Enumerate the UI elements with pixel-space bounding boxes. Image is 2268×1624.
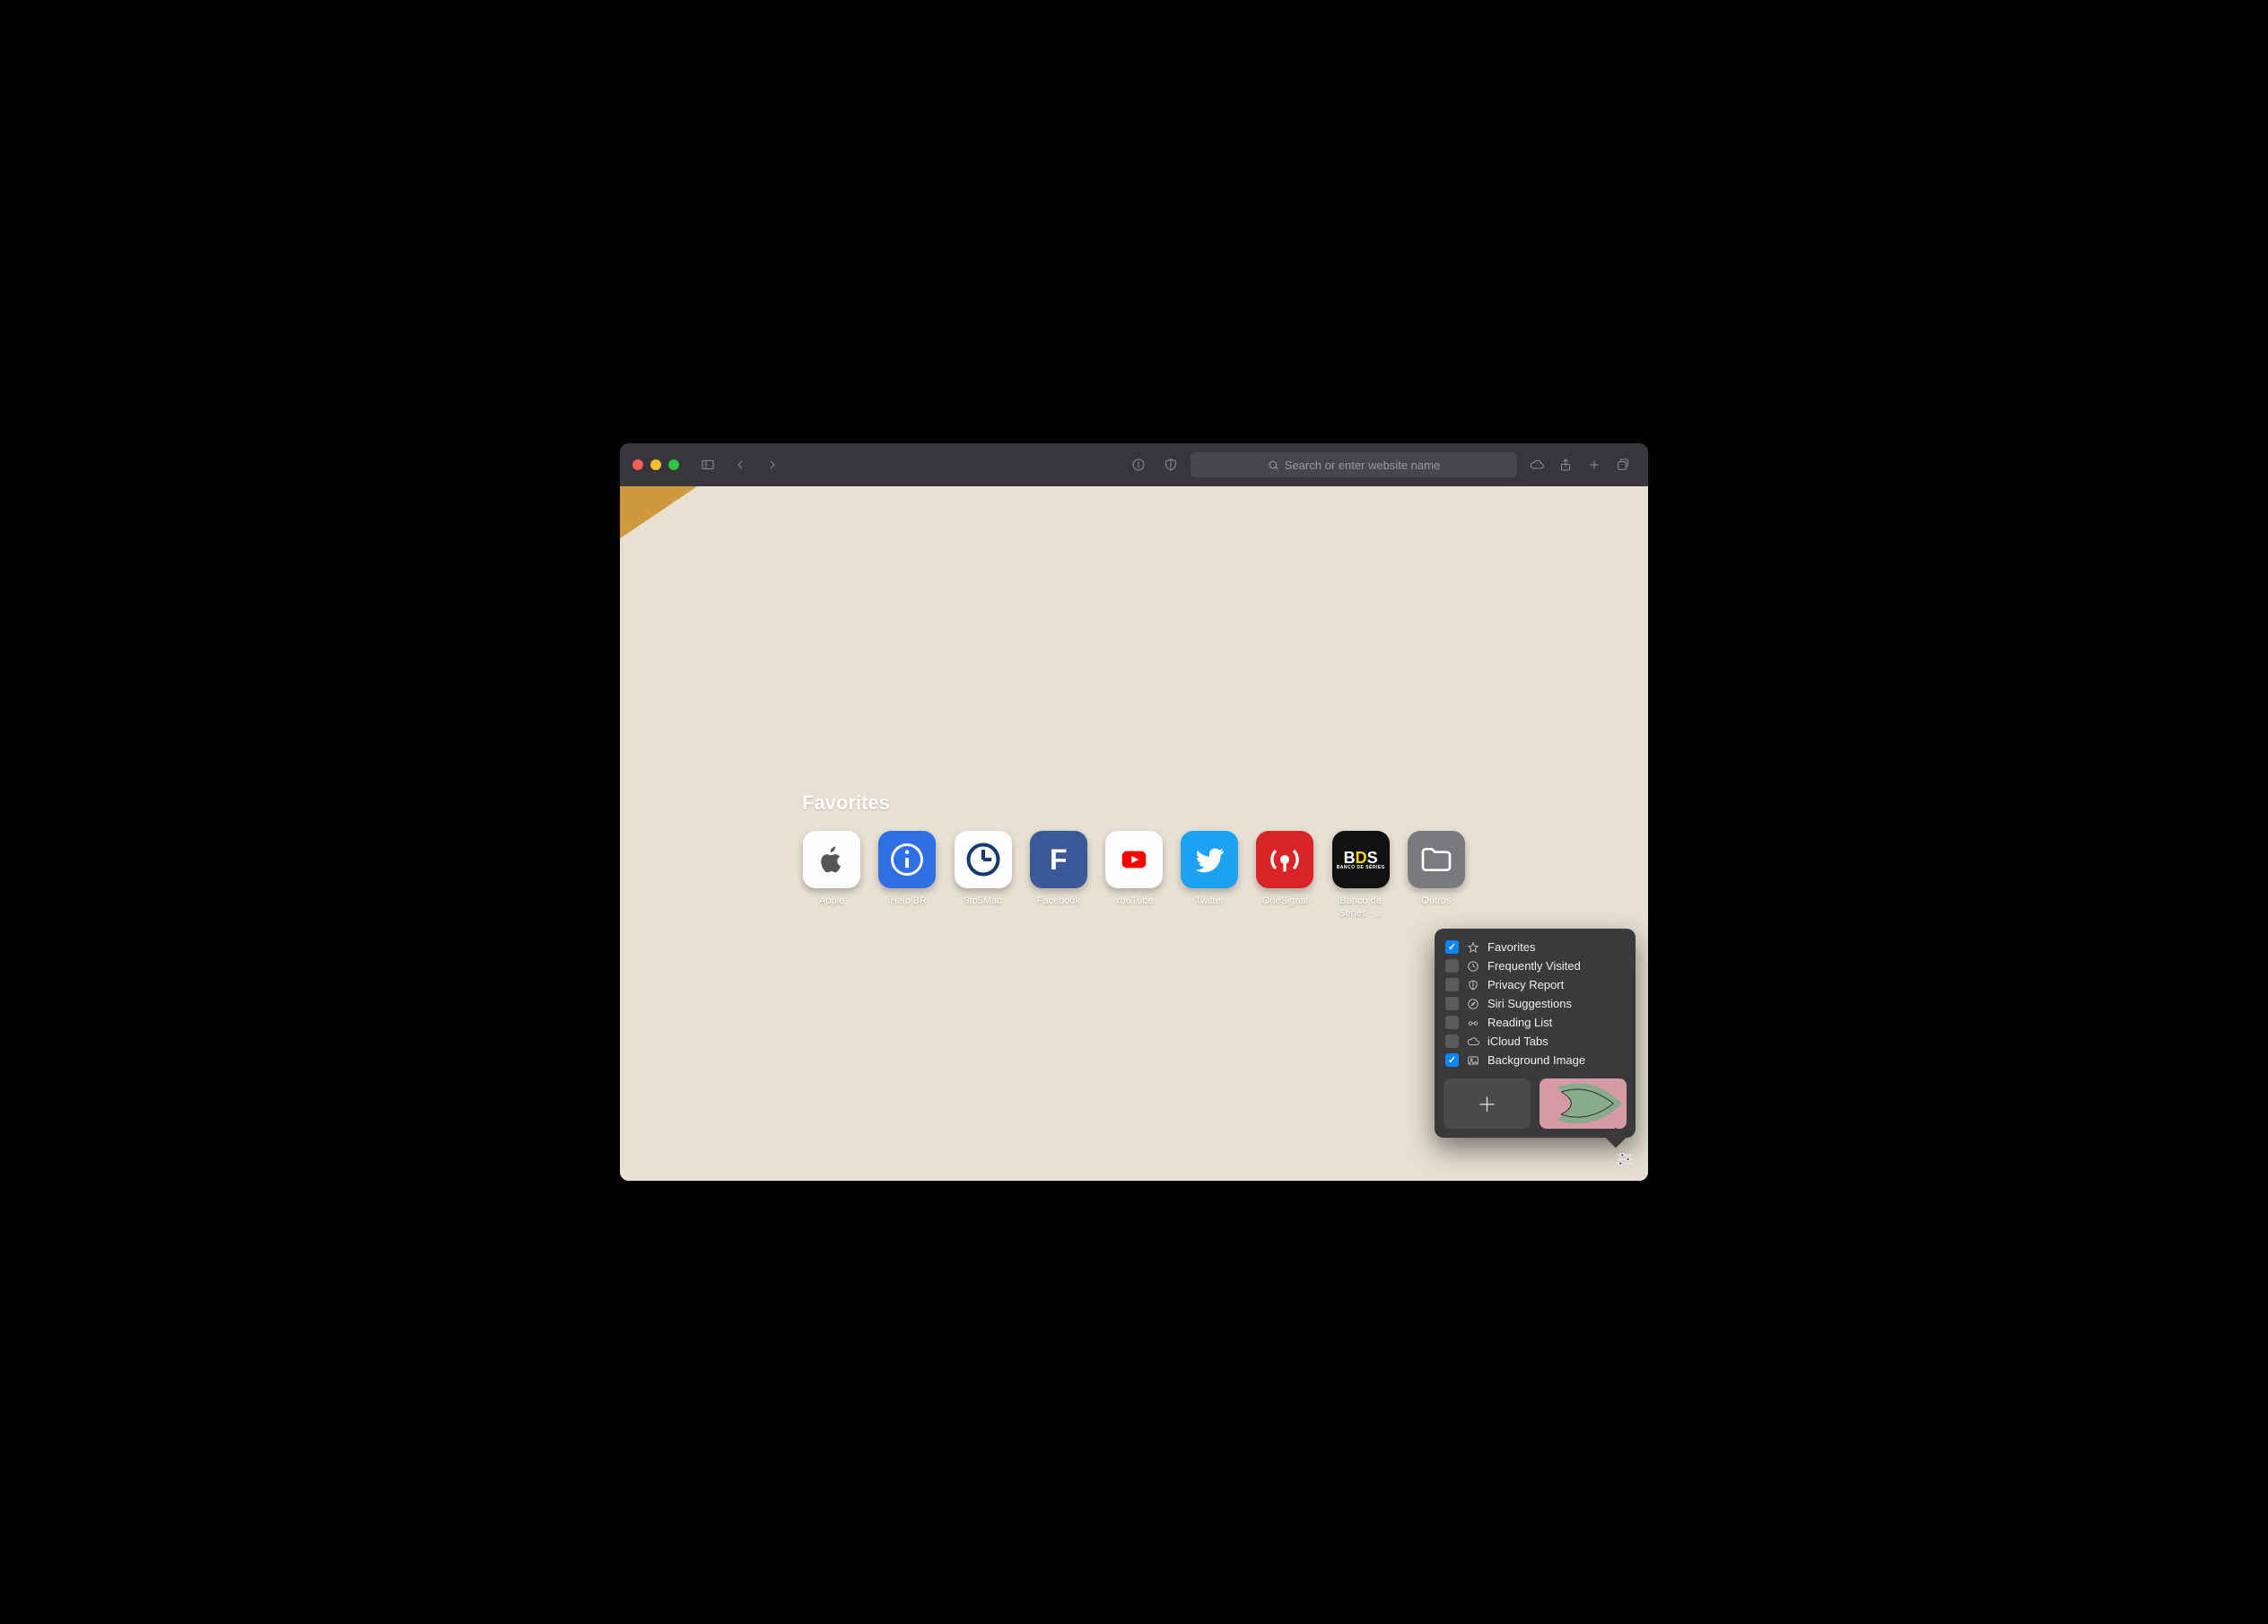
info-icon (878, 831, 936, 888)
option-privacy-report[interactable]: Privacy Report (1444, 975, 1627, 994)
favorite-label: Outros (1407, 895, 1466, 908)
compass-icon (1466, 998, 1480, 1010)
share-button[interactable] (1553, 452, 1578, 477)
address-placeholder: Search or enter website name (1285, 458, 1440, 472)
youtube-icon (1105, 831, 1163, 888)
onesignal-icon (1256, 831, 1313, 888)
favorite-9to5mac[interactable]: 9to5Mac (953, 831, 1012, 921)
add-background-button[interactable]: ＋ (1444, 1078, 1531, 1129)
option-siri-suggestions[interactable]: Siri Suggestions (1444, 994, 1627, 1013)
clock-icon (1466, 960, 1480, 973)
start-page: Favorites Apple iHelp BR (620, 486, 1648, 1181)
sidebar-toggle-button[interactable] (695, 452, 720, 477)
toolbar: Search or enter website name (620, 443, 1648, 486)
forward-button[interactable] (760, 452, 785, 477)
glasses-icon (1466, 1017, 1480, 1029)
option-favorites[interactable]: Favorites (1444, 938, 1627, 956)
favorites-row: Apple iHelp BR 9to5Mac F Facebook (802, 831, 1466, 921)
favorite-banco-de-series[interactable]: BDS BANCO DE SÉRIES Banco de Séries -… (1331, 831, 1391, 921)
favorite-label: iHelp BR (877, 895, 937, 908)
passwords-button[interactable] (1126, 452, 1151, 477)
checkbox[interactable] (1445, 1053, 1459, 1067)
favorite-onesignal[interactable]: OneSignal (1255, 831, 1314, 921)
customize-start-page-popover: Favorites Frequently Visited Privacy Rep… (1435, 929, 1636, 1138)
favorite-label: Twitter (1180, 895, 1239, 908)
favorites-section: Favorites Apple iHelp BR (802, 791, 1466, 921)
option-background-image[interactable]: Background Image (1444, 1051, 1627, 1070)
cloud-icon (1466, 1035, 1480, 1048)
favorite-label: Banco de Séries -… (1331, 895, 1391, 921)
checkbox[interactable] (1445, 940, 1459, 954)
favorite-youtube[interactable]: YouTube (1104, 831, 1164, 921)
option-label: iCloud Tabs (1487, 1035, 1548, 1048)
favorite-apple[interactable]: Apple (802, 831, 861, 921)
icloud-tabs-button[interactable] (1524, 452, 1549, 477)
shield-icon (1466, 979, 1480, 991)
option-reading-list[interactable]: Reading List (1444, 1013, 1627, 1032)
option-label: Frequently Visited (1487, 959, 1581, 973)
favorite-ihelpbr[interactable]: iHelp BR (877, 831, 937, 921)
window-controls (632, 459, 679, 470)
favorite-twitter[interactable]: Twitter (1180, 831, 1239, 921)
minimize-window-button[interactable] (650, 459, 661, 470)
checkbox[interactable] (1445, 1016, 1459, 1029)
new-tab-button[interactable] (1582, 452, 1607, 477)
favorite-folder-outros[interactable]: Outros (1407, 831, 1466, 921)
search-icon (1268, 459, 1279, 471)
folder-icon (1408, 831, 1465, 888)
favorite-label: OneSignal (1255, 895, 1314, 908)
address-bar[interactable]: Search or enter website name (1191, 452, 1517, 477)
close-window-button[interactable] (632, 459, 643, 470)
bds-icon: BDS BANCO DE SÉRIES (1332, 831, 1390, 888)
favorite-facebook[interactable]: F Facebook (1029, 831, 1088, 921)
checkbox[interactable] (1445, 959, 1459, 973)
zoom-window-button[interactable] (668, 459, 679, 470)
checkbox[interactable] (1445, 997, 1459, 1010)
option-label: Favorites (1487, 940, 1535, 954)
favorite-label: 9to5Mac (953, 895, 1012, 908)
twitter-icon (1181, 831, 1238, 888)
tab-overview-button[interactable] (1610, 452, 1636, 477)
favorites-heading: Favorites (802, 791, 1466, 815)
checkbox[interactable] (1445, 978, 1459, 991)
facebook-icon: F (1030, 831, 1087, 888)
option-label: Siri Suggestions (1487, 997, 1572, 1010)
apple-icon (803, 831, 860, 888)
option-label: Reading List (1487, 1016, 1552, 1029)
safari-window: Search or enter website name Favorites (620, 443, 1648, 1181)
option-label: Privacy Report (1487, 978, 1564, 991)
option-frequently-visited[interactable]: Frequently Visited (1444, 956, 1627, 975)
clock-icon (955, 831, 1012, 888)
checkbox[interactable] (1445, 1035, 1459, 1048)
image-icon (1466, 1054, 1480, 1067)
privacy-report-button[interactable] (1158, 452, 1183, 477)
background-thumbnail[interactable] (1540, 1078, 1627, 1129)
favorite-label: Apple (802, 895, 861, 908)
back-button[interactable] (728, 452, 753, 477)
favorite-label: YouTube (1104, 895, 1164, 908)
favorite-label: Facebook (1029, 895, 1088, 908)
star-icon (1466, 941, 1480, 954)
option-label: Background Image (1487, 1053, 1585, 1067)
background-thumbnails: ＋ (1444, 1078, 1627, 1129)
option-icloud-tabs[interactable]: iCloud Tabs (1444, 1032, 1627, 1051)
customize-start-page-button[interactable] (1610, 1145, 1639, 1174)
